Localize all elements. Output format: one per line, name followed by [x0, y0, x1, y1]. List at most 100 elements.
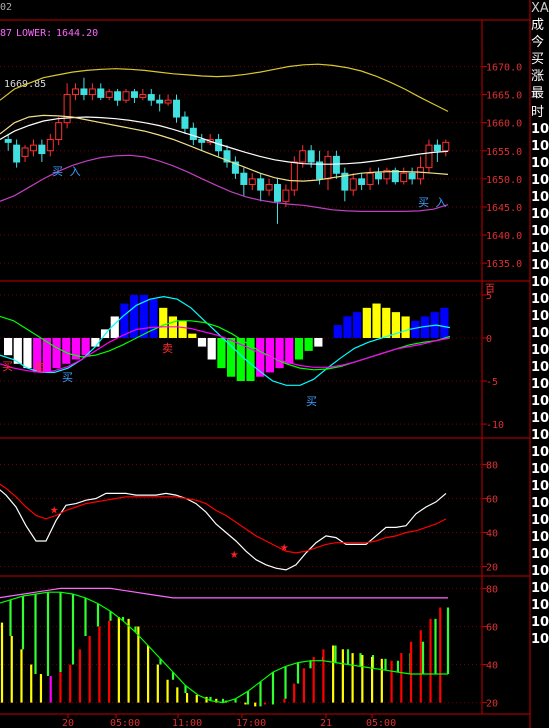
price-list-item: 10: [531, 394, 549, 409]
signal-bar: [314, 337, 323, 347]
candle-body: [400, 172, 408, 183]
signal-bar: [178, 320, 187, 338]
y-tick-label: 0: [486, 334, 492, 345]
price-list-item: 10: [531, 513, 549, 528]
right-panel-list: 10 10 10 10 10 10 10 10 10 10 10 10 10 10 10 10 10 10 10 10…: [531, 121, 549, 648]
candle-body: [442, 141, 450, 152]
signal-bar: [197, 337, 207, 347]
signal-bar: [401, 316, 410, 338]
star-marker: ★: [50, 502, 59, 518]
signal-bar: [188, 333, 197, 338]
price-list-item: 10: [531, 173, 549, 188]
info-row: 最: [531, 86, 545, 101]
candle-body: [139, 94, 147, 98]
y-tick-label: 1660.0: [486, 119, 522, 130]
price-list-item: 10: [531, 343, 549, 358]
y-tick-label: 1670.0: [486, 62, 522, 73]
x-axis-label: 20: [62, 718, 74, 728]
info-row: 涨: [531, 69, 545, 84]
price-list-item: 10: [531, 411, 549, 426]
signal-bar: [362, 307, 371, 338]
signal-bar: [440, 307, 449, 338]
candle-body: [105, 91, 113, 98]
price-list-item: 10: [531, 190, 549, 205]
price-list-item: 10: [531, 224, 549, 239]
candle-body: [4, 139, 12, 143]
oscillator-line-1: [0, 483, 447, 554]
candle-body: [55, 122, 63, 141]
signal-annotation-4: 买: [306, 395, 317, 408]
price-list-item: 10: [531, 598, 549, 613]
y-tick-label: 20: [486, 563, 498, 574]
y-tick-label: 1665.0: [486, 91, 522, 102]
symbol-label: XA: [531, 1, 549, 16]
y-tick-label: 40: [486, 661, 498, 672]
y-tick-label: 1645.0: [486, 203, 522, 214]
y-tick-label: -5: [486, 377, 498, 388]
signal-bar: [52, 337, 61, 369]
signal-bar: [23, 337, 32, 369]
price-list-item: 10: [531, 326, 549, 341]
price-list-item: 10: [531, 581, 549, 596]
candle-body: [240, 172, 248, 185]
candle-body: [374, 172, 382, 180]
info-row: 买: [531, 52, 545, 67]
price-list-item: 10: [531, 309, 549, 324]
signal-bar: [4, 337, 13, 356]
candle-body: [198, 139, 206, 143]
candle-body: [290, 161, 298, 191]
candle-body: [46, 139, 54, 152]
signal-bar: [207, 337, 216, 360]
star-marker: ★: [280, 539, 289, 555]
y-tick-label: 80: [486, 584, 498, 595]
right-panel: XA 成今买涨最 时 10 10 10 10 10 10 10 10 10 10 10 10 10 10 1…: [531, 0, 549, 728]
signal-bar: [285, 337, 294, 364]
candle-body: [72, 88, 80, 96]
candle-body: [307, 150, 315, 163]
signal-annotation-2: 买: [62, 371, 73, 384]
candle-body: [358, 178, 366, 185]
y-tick-label: 80: [486, 461, 498, 472]
price-list-item: 10: [531, 530, 549, 545]
signal-bar: [304, 337, 313, 351]
candle-body: [97, 88, 105, 98]
candle-body: [156, 99, 164, 104]
candle-body: [164, 99, 172, 104]
y-tick-label: 60: [486, 622, 498, 633]
candle-body: [88, 88, 96, 96]
y-tick-label: 60: [486, 495, 498, 506]
candle-body: [13, 144, 21, 163]
x-axis-label: 17:00: [236, 718, 266, 728]
candle-body: [189, 127, 197, 141]
price-list-item: 10: [531, 479, 549, 494]
y-tick-label: 1640.0: [486, 231, 522, 242]
candle-body: [21, 147, 29, 157]
price-list-item: 10: [531, 615, 549, 630]
candle-body: [80, 88, 88, 96]
x-axis-label: 11:00: [172, 718, 202, 728]
price-list-item: 10: [531, 292, 549, 307]
y-tick-label: 1650.0: [486, 175, 522, 186]
price-list-item: 10: [531, 564, 549, 579]
candle-body: [282, 189, 290, 202]
candle-body: [349, 178, 357, 191]
time-label: 时: [531, 105, 545, 120]
signal-bar: [333, 325, 342, 338]
signal-annotation-1: 卖: [34, 361, 45, 374]
signal-bar: [353, 312, 362, 338]
price-list-item: 10: [531, 258, 549, 273]
signal-bar: [382, 307, 391, 338]
oscillator-line-0: [0, 489, 447, 571]
price-list-item: 10: [531, 122, 549, 137]
candle-body: [114, 91, 122, 101]
candle-body: [147, 94, 155, 101]
chart-canvas: 百1635.01640.01645.01650.01655.01660.0166…: [0, 0, 531, 728]
signal-bar: [159, 307, 168, 338]
price-list-item: 10: [531, 496, 549, 511]
candle-body: [38, 144, 46, 155]
y-tick-label: 40: [486, 529, 498, 540]
candle-body: [257, 178, 265, 191]
price-list-item: 10: [531, 241, 549, 256]
price-list-item: 10: [531, 377, 549, 392]
candle-body: [248, 178, 256, 185]
